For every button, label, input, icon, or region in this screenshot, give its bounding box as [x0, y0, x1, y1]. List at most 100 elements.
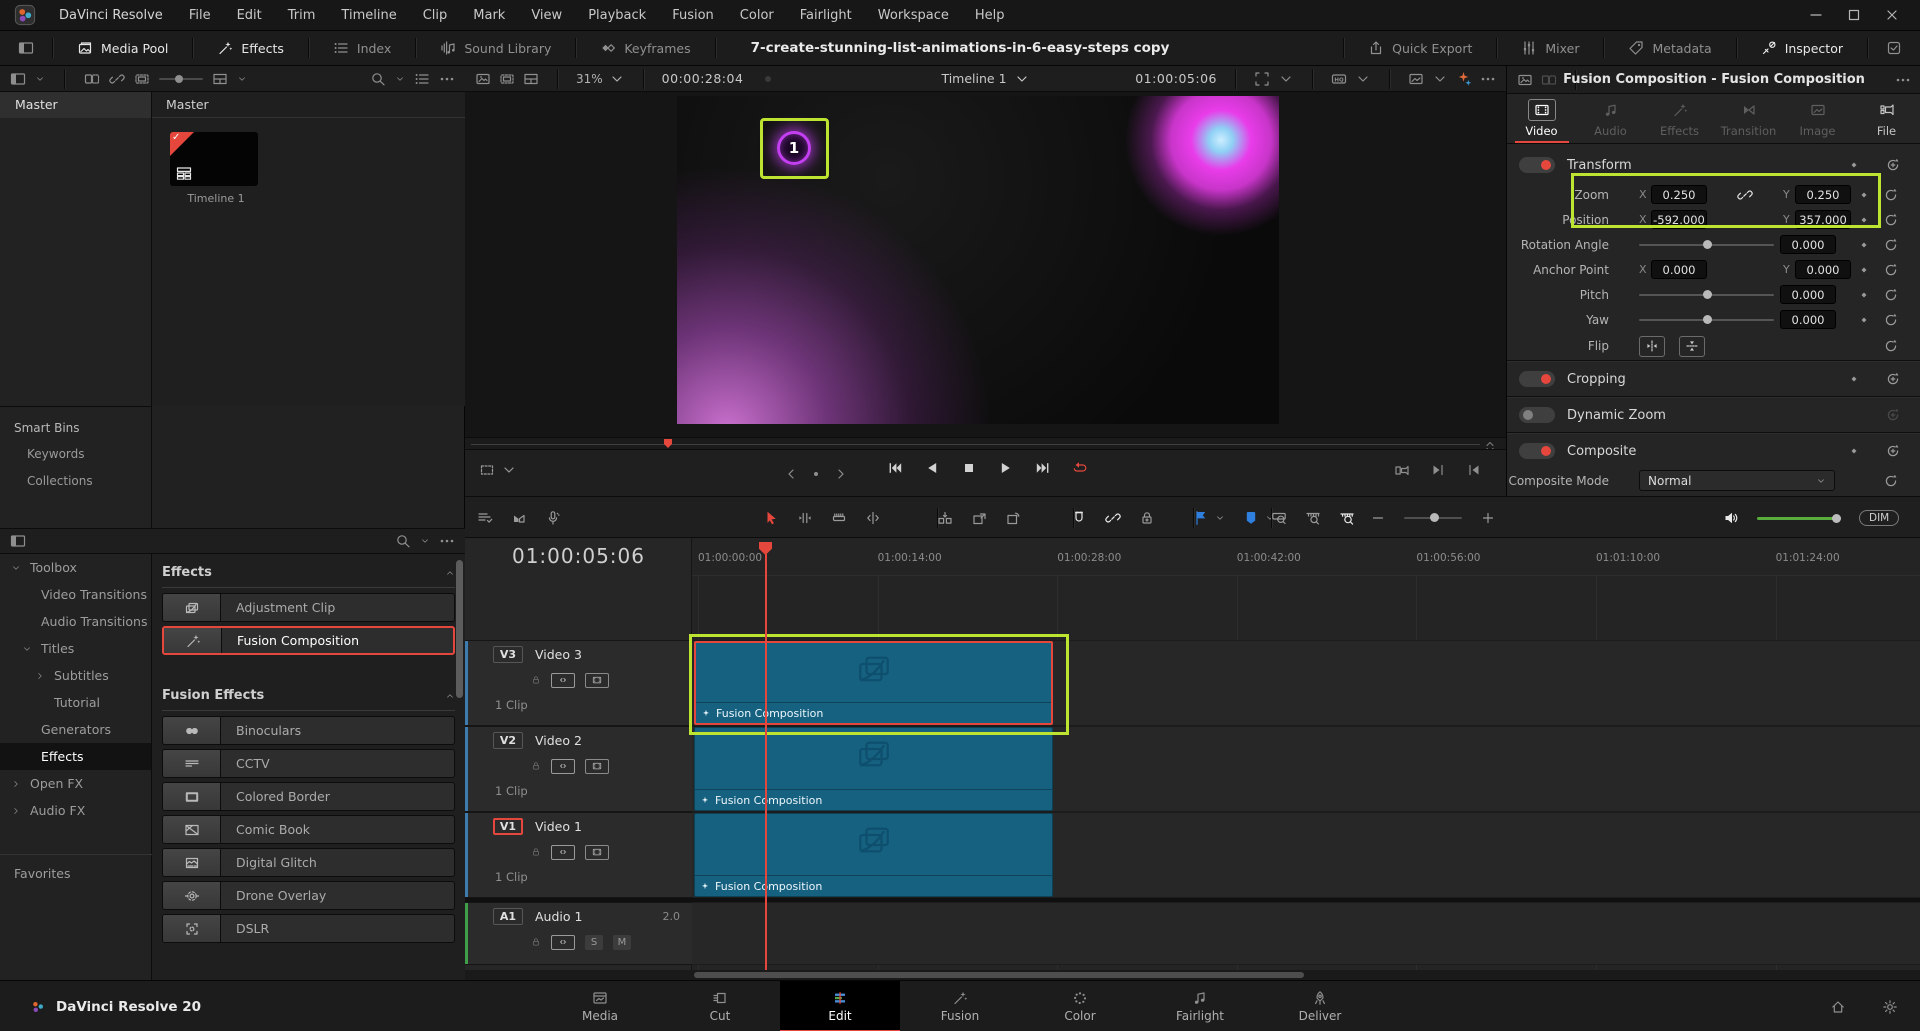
smart-bin-collections[interactable]: Collections — [0, 468, 151, 495]
effect-item-cctv[interactable]: CCTV — [162, 749, 455, 778]
keyframe-diamond-icon[interactable] — [1841, 160, 1867, 170]
lock-icon[interactable] — [531, 675, 541, 685]
app-logo-icon[interactable] — [14, 4, 36, 26]
chevron-right-icon[interactable] — [11, 806, 21, 816]
effects-category-toolbox[interactable]: Toolbox — [0, 554, 151, 581]
pitch-input[interactable]: 0.000 — [1780, 285, 1836, 304]
effects-favorites[interactable]: Favorites — [0, 860, 152, 887]
grid-view-icon[interactable] — [212, 71, 228, 87]
track-enable-toggle[interactable] — [585, 673, 609, 688]
page-tab-deliver[interactable]: Deliver — [1260, 981, 1380, 1031]
flip-horizontal-button[interactable] — [1639, 336, 1665, 357]
audio-monitor-icon[interactable] — [1723, 510, 1739, 526]
auto-select-toggle[interactable] — [551, 759, 575, 774]
toolbar-quick-export-button[interactable]: Quick Export — [1354, 31, 1486, 66]
toolbar-metadata-button[interactable]: Metadata — [1614, 31, 1725, 66]
window-maximize-button[interactable] — [1846, 7, 1862, 23]
chevron-down-icon[interactable] — [35, 74, 45, 84]
dual-panel-icon[interactable] — [1541, 72, 1557, 88]
viewer-options-icon[interactable] — [1480, 71, 1496, 87]
media-clip-card[interactable]: ✓Timeline 1 — [170, 132, 262, 205]
zoom-out-button[interactable] — [1370, 510, 1386, 526]
effects-category-effects[interactable]: Effects — [0, 743, 151, 770]
chevron-down-icon[interactable] — [11, 563, 21, 573]
cursor-tool[interactable] — [763, 510, 779, 526]
menu-workspace[interactable]: Workspace — [865, 0, 962, 31]
effects-category-titles[interactable]: Titles — [0, 635, 151, 662]
stop-button[interactable] — [961, 460, 977, 476]
chevron-down-icon[interactable] — [237, 74, 247, 84]
window-close-button[interactable] — [1884, 7, 1900, 23]
smart-bin-keywords[interactable]: Keywords — [0, 441, 151, 468]
position-x-input[interactable]: -592.000 — [1651, 210, 1707, 229]
keyframe-diamond-icon[interactable] — [1851, 215, 1877, 225]
effect-item-comic-book[interactable]: Comic Book — [162, 815, 455, 844]
project-manager-icon[interactable] — [1830, 999, 1846, 1015]
zoom-in-button[interactable] — [1480, 510, 1496, 526]
track-header-v2[interactable]: V2Video 21 Clip — [465, 726, 692, 812]
zoom-detail-button[interactable] — [1305, 510, 1321, 526]
menu-mark[interactable]: Mark — [460, 0, 518, 31]
reset-section-icon[interactable] — [1879, 371, 1907, 387]
timeline-scrollbar[interactable] — [694, 972, 1304, 978]
pos-lock-toggle[interactable] — [1139, 510, 1155, 526]
thumbnail-size-slider[interactable] — [159, 73, 203, 85]
toolbar-inspector-button[interactable]: Inspector — [1747, 31, 1857, 66]
ai-enhance-icon[interactable] — [1456, 71, 1472, 87]
chevron-down-icon[interactable] — [1355, 71, 1371, 87]
effects-category-open-fx[interactable]: Open FX — [0, 770, 151, 797]
track-id-badge[interactable]: V3 — [493, 646, 523, 663]
track-lane-a1[interactable] — [692, 902, 1920, 965]
replace-clip-button[interactable] — [1005, 510, 1021, 526]
track-name[interactable]: Video 2 — [535, 733, 582, 748]
clip-thumbnail[interactable]: ✓ — [170, 132, 258, 186]
menu-trim[interactable]: Trim — [275, 0, 329, 31]
magnet-toggle[interactable] — [1071, 510, 1087, 526]
more-options-icon[interactable] — [439, 533, 455, 549]
insert-clip-button[interactable] — [937, 510, 953, 526]
track-enable-toggle[interactable] — [585, 845, 609, 860]
page-layout-presets-icon[interactable] — [10, 31, 42, 66]
reset-param-icon[interactable] — [1877, 237, 1905, 253]
chevron-down-icon[interactable] — [1432, 71, 1448, 87]
zoom-x-input[interactable]: 0.250 — [1651, 185, 1707, 204]
keyframe-dot-icon[interactable] — [808, 466, 824, 482]
rotation-angle-input[interactable]: 0.000 — [1780, 235, 1836, 254]
media-pool-view-icon[interactable] — [10, 71, 26, 87]
effects-category-generators[interactable]: Generators — [0, 716, 151, 743]
page-tab-fairlight[interactable]: Fairlight — [1140, 981, 1260, 1031]
track-enable-toggle[interactable] — [585, 759, 609, 774]
link-xy-icon[interactable] — [1737, 187, 1753, 203]
dynamic-trim-tool[interactable] — [865, 510, 881, 526]
lock-icon[interactable] — [531, 847, 541, 857]
lock-icon[interactable] — [531, 761, 541, 771]
project-settings-icon[interactable] — [1882, 999, 1898, 1015]
toolbar-media-pool-button[interactable]: Media Pool — [63, 31, 182, 66]
chevron-down-icon[interactable] — [1215, 513, 1225, 523]
marker-button[interactable] — [1243, 510, 1259, 526]
toolbar-index-button[interactable]: Index — [319, 31, 405, 66]
keyframe-diamond-icon[interactable] — [1841, 374, 1867, 384]
timeline-zoom-slider[interactable] — [1404, 517, 1462, 519]
reset-param-icon[interactable] — [1877, 338, 1905, 354]
play-reverse-button[interactable] — [924, 460, 940, 476]
reset-param-icon[interactable] — [1877, 312, 1905, 328]
auto-select-toggle[interactable] — [551, 845, 575, 860]
more-options-icon[interactable] — [439, 71, 455, 87]
toolbar-sound-library-button[interactable]: Sound Library — [426, 31, 565, 66]
clone-tool-icon[interactable] — [84, 71, 100, 87]
toolbar-mixer-button[interactable]: Mixer — [1507, 31, 1593, 66]
anchor-point-x-input[interactable]: 0.000 — [1651, 260, 1707, 279]
usage-icon[interactable] — [134, 71, 150, 87]
mute-button[interactable]: M — [613, 935, 631, 950]
search-icon[interactable] — [370, 71, 386, 87]
last-frame-button[interactable] — [1035, 460, 1051, 476]
reset-param-icon[interactable] — [1877, 262, 1905, 278]
inspector-tab-video[interactable]: Video — [1507, 94, 1576, 143]
next-edit-icon[interactable] — [1430, 462, 1446, 478]
dim-button[interactable]: DIM — [1859, 510, 1899, 526]
track-id-badge[interactable]: V1 — [493, 818, 523, 835]
razor-tool[interactable] — [831, 510, 847, 526]
mic-icon[interactable] — [545, 510, 561, 526]
track-header-v1[interactable]: V1Video 11 Clip — [465, 812, 692, 898]
